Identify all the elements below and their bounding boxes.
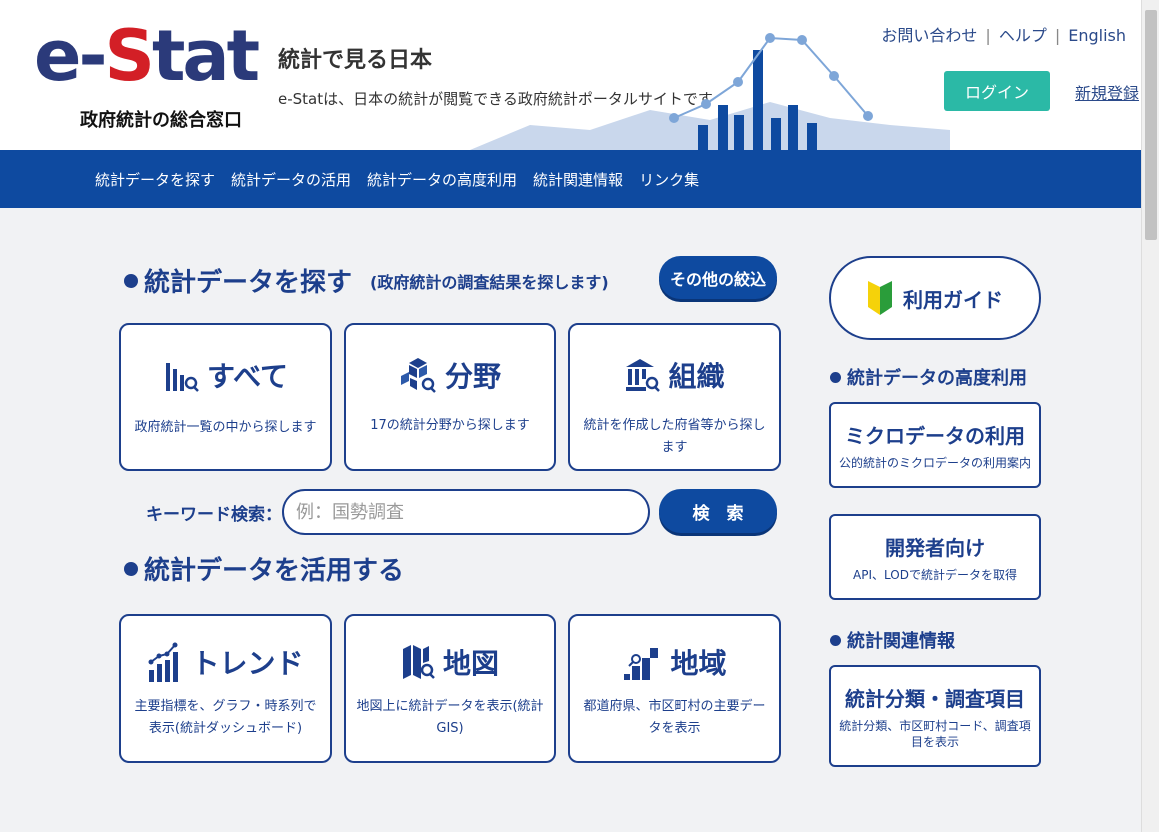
bullet-icon bbox=[124, 561, 138, 576]
card-description: 17の統計分野から探します bbox=[370, 418, 530, 433]
header-chart-decoration bbox=[470, 33, 950, 150]
related-info-title: 統計関連情報 bbox=[830, 627, 955, 653]
nav-item-use-data[interactable]: 統計データの活用 bbox=[231, 169, 351, 190]
card-title: 分野 bbox=[444, 360, 501, 393]
developer-title: 開発者向け bbox=[885, 535, 985, 560]
building-search-icon bbox=[626, 359, 661, 392]
developer-card[interactable]: 開発者向け API、LODで統計データを取得 bbox=[829, 514, 1041, 600]
header-links: お問い合わせ | ヘルプ | English bbox=[881, 26, 1126, 45]
region-chart-icon bbox=[624, 648, 659, 680]
card-title: 地域 bbox=[670, 647, 727, 680]
search-section-title: 統計データを探す (政府統計の調査結果を探します) bbox=[124, 262, 609, 299]
login-button[interactable]: ログイン bbox=[944, 71, 1050, 111]
advanced-use-title: 統計データの高度利用 bbox=[830, 364, 1027, 390]
bullet-icon bbox=[830, 371, 841, 383]
nav-item-search-data[interactable]: 統計データを探す bbox=[95, 169, 215, 190]
scrollbar-thumb[interactable] bbox=[1145, 10, 1157, 240]
card-title: トレンド bbox=[191, 647, 304, 680]
bullet-icon bbox=[830, 634, 841, 646]
card-title: 地図 bbox=[442, 647, 499, 680]
use-section-title: 統計データを活用する bbox=[124, 550, 404, 587]
logo-subtitle: 政府統計の総合窓口 bbox=[80, 110, 242, 131]
search-all-card[interactable]: すべて 政府統計一覧の中から探します bbox=[119, 323, 332, 471]
nav-item-links[interactable]: リンク集 bbox=[639, 169, 699, 190]
page-scrollbar[interactable] bbox=[1141, 0, 1159, 832]
search-section-note: (政府統計の調査結果を探します) bbox=[370, 272, 609, 292]
classification-title: 統計分類・調査項目 bbox=[845, 686, 1025, 711]
cubes-search-icon bbox=[400, 358, 436, 393]
trend-chart-icon bbox=[148, 642, 179, 682]
microdata-title: ミクロデータの利用 bbox=[845, 423, 1025, 448]
other-filter-button[interactable]: その他の絞込 bbox=[659, 256, 777, 299]
card-description: 統計を作成した府省等から探します bbox=[583, 418, 766, 455]
microdata-description: 公的統計のミクロデータの利用案内 bbox=[838, 455, 1031, 470]
english-link[interactable]: English bbox=[1068, 26, 1126, 45]
map-card[interactable]: 地図 地図上に統計データを表示(統計GIS) bbox=[344, 614, 556, 763]
estat-logo[interactable]: e-Stat 政府統計の総合窓口 bbox=[34, 14, 260, 134]
contact-link[interactable]: お問い合わせ bbox=[881, 26, 977, 45]
help-link[interactable]: ヘルプ bbox=[999, 26, 1047, 45]
search-org-card[interactable]: 組織 統計を作成した府省等から探します bbox=[568, 323, 781, 471]
register-link[interactable]: 新規登録 bbox=[1075, 80, 1139, 104]
card-description: 主要指標を、グラフ・時系列で表示(統計ダッシュボード) bbox=[134, 699, 317, 736]
card-description: 都道府県、市区町村の主要データを表示 bbox=[583, 699, 766, 736]
bullet-icon bbox=[124, 273, 138, 288]
search-field-card[interactable]: 分野 17の統計分野から探します bbox=[344, 323, 556, 471]
keyword-search-label: キーワード検索： bbox=[146, 505, 282, 525]
user-guide-label: 利用ガイド bbox=[903, 287, 1003, 312]
trend-card[interactable]: トレンド 主要指標を、グラフ・時系列で表示(統計ダッシュボード) bbox=[119, 614, 332, 763]
card-description: 地図上に統計データを表示(統計GIS) bbox=[356, 699, 544, 736]
beginner-mark-icon bbox=[868, 281, 892, 315]
user-guide-button[interactable]: 利用ガイド bbox=[829, 256, 1041, 340]
nav-item-related-info[interactable]: 統計関連情報 bbox=[533, 169, 623, 190]
region-card[interactable]: 地域 都道府県、市区町村の主要データを表示 bbox=[568, 614, 781, 763]
classification-description: 統計分類、市区町村コード、調査項目を表示 bbox=[839, 718, 1031, 749]
bar-chart-search-icon bbox=[166, 363, 199, 392]
card-description: 政府統計一覧の中から探します bbox=[134, 420, 317, 435]
site-tagline: 統計で見る日本 bbox=[278, 48, 433, 73]
keyword-search-input[interactable] bbox=[282, 489, 650, 535]
microdata-card[interactable]: ミクロデータの利用 公的統計のミクロデータの利用案内 bbox=[829, 402, 1041, 488]
map-search-icon bbox=[402, 645, 435, 679]
classification-card[interactable]: 統計分類・調査項目 統計分類、市区町村コード、調査項目を表示 bbox=[829, 665, 1041, 767]
nav-item-advanced-use[interactable]: 統計データの高度利用 bbox=[367, 169, 517, 190]
site-header: e-Stat 政府統計の総合窓口 統計で見る日本 e-Statは、日本の統計が閲… bbox=[0, 0, 1141, 150]
main-nav: 統計データを探す 統計データの活用 統計データの高度利用 統計関連情報 リンク集 bbox=[0, 150, 1141, 208]
logo-wordmark: e-Stat bbox=[34, 15, 260, 97]
card-title: すべて bbox=[207, 360, 288, 393]
card-title: 組織 bbox=[668, 360, 725, 393]
search-button[interactable]: 検 索 bbox=[659, 489, 777, 533]
developer-description: API、LODで統計データを取得 bbox=[853, 567, 1017, 582]
